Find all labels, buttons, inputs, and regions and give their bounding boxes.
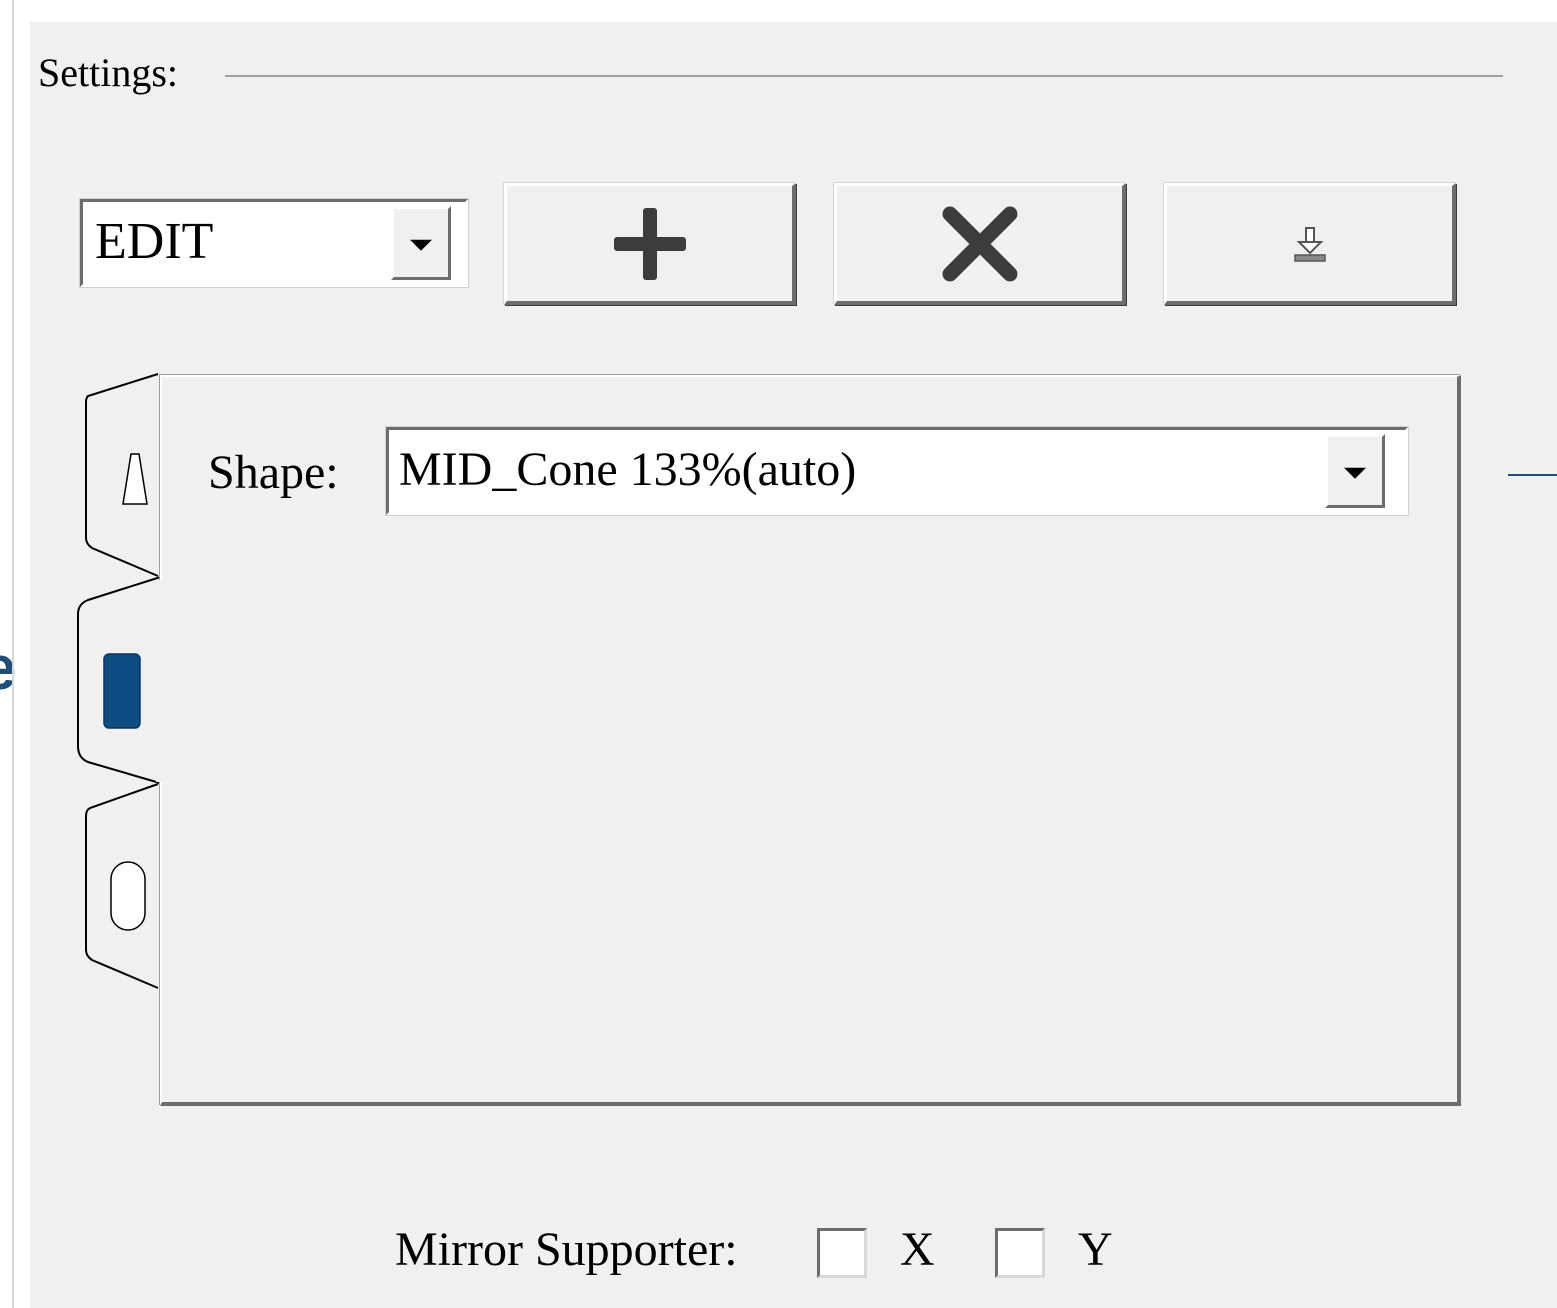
shape-label: Shape: bbox=[208, 446, 339, 499]
chevron-down-icon bbox=[1344, 467, 1366, 479]
shape-select[interactable]: MID_Cone 133%(auto) bbox=[386, 427, 1408, 515]
download-icon bbox=[1293, 226, 1326, 262]
mirror-supporter-label: Mirror Supporter: bbox=[395, 1223, 738, 1276]
mode-select[interactable]: EDIT bbox=[80, 199, 468, 287]
panel-border bbox=[12, 0, 14, 1308]
mode-select-value: EDIT bbox=[95, 213, 214, 270]
shape-select-value: MID_Cone 133%(auto) bbox=[399, 443, 857, 496]
tab-cylinder[interactable] bbox=[82, 600, 158, 770]
settings-caption: Settings: bbox=[38, 48, 187, 98]
plus-icon bbox=[613, 207, 686, 280]
mirror-x-checkbox[interactable] bbox=[817, 1228, 867, 1278]
mirror-y-label: Y bbox=[1078, 1223, 1113, 1276]
delete-button[interactable] bbox=[834, 183, 1126, 305]
tab-cone[interactable] bbox=[90, 400, 154, 550]
mode-select-dropdown-button[interactable] bbox=[391, 206, 451, 280]
capsule-outline-icon bbox=[110, 861, 146, 931]
settings-window: e Settings: EDIT bbox=[0, 0, 1557, 1308]
chevron-down-icon bbox=[410, 239, 432, 251]
tab-capsule[interactable] bbox=[90, 810, 154, 960]
shape-select-dropdown-button[interactable] bbox=[1325, 434, 1385, 508]
add-button[interactable] bbox=[504, 183, 796, 305]
group-divider bbox=[225, 75, 1503, 77]
mirror-x-label: X bbox=[900, 1223, 935, 1276]
mirror-y-checkbox[interactable] bbox=[995, 1228, 1045, 1278]
x-icon bbox=[942, 206, 1017, 281]
cylinder-filled-icon bbox=[103, 653, 141, 729]
cone-outline-icon bbox=[122, 453, 148, 505]
clipped-letter: e bbox=[0, 638, 16, 700]
export-button[interactable] bbox=[1164, 183, 1456, 305]
connector-line bbox=[1508, 474, 1557, 476]
